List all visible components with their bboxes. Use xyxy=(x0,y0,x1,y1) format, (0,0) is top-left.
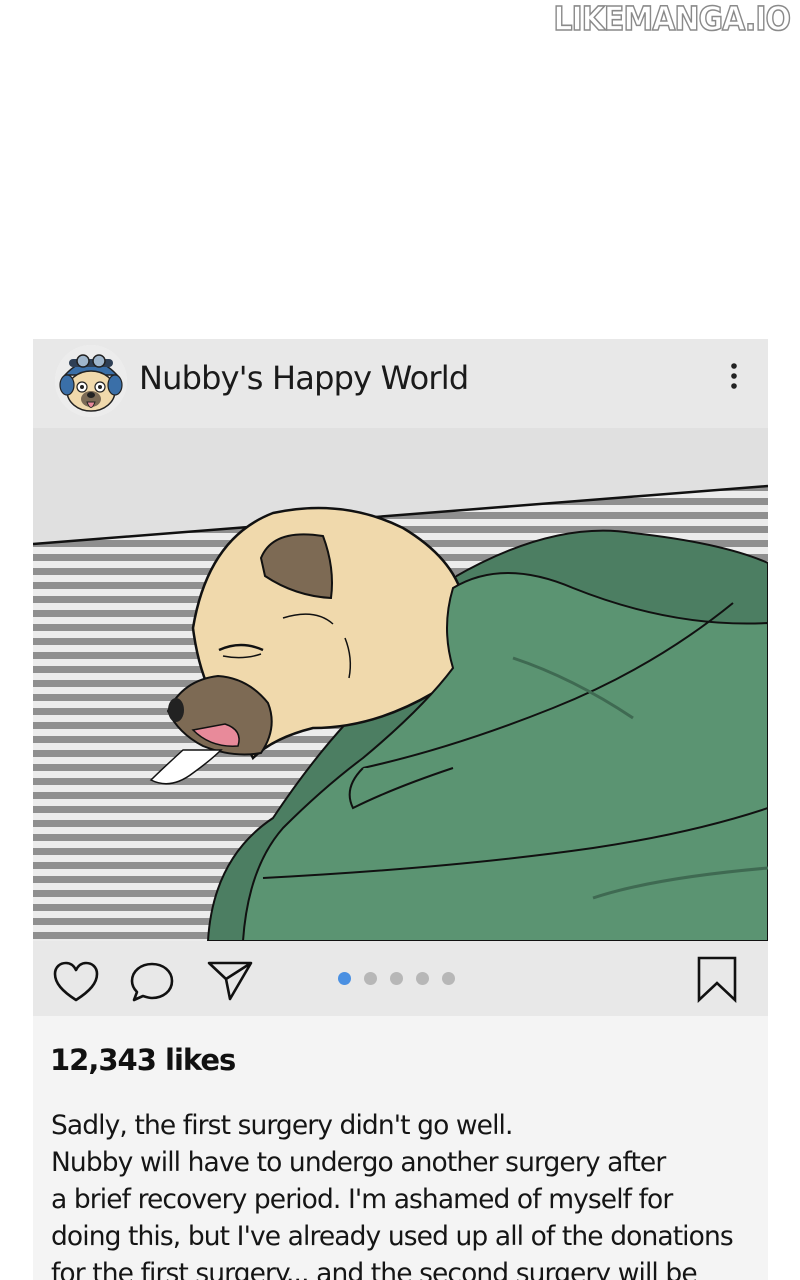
sleeping-dog-illustration xyxy=(33,484,768,941)
post-username[interactable]: Nubby's Happy World xyxy=(139,359,469,397)
bookmark-icon[interactable] xyxy=(696,955,738,1008)
post-header: Nubby's Happy World xyxy=(33,339,768,428)
caption-line: Sadly, the first surgery didn't go well. xyxy=(51,1110,513,1141)
carousel-dot[interactable] xyxy=(390,972,403,985)
carousel-dot[interactable] xyxy=(364,972,377,985)
carousel-indicator xyxy=(338,972,455,985)
carousel-dot[interactable] xyxy=(416,972,429,985)
post-image xyxy=(33,428,768,941)
dog-avatar-icon xyxy=(55,345,127,417)
caption-line: Nubby will have to undergo another surge… xyxy=(51,1147,666,1178)
carousel-dot[interactable] xyxy=(442,972,455,985)
post-caption: Sadly, the first surgery didn't go well.… xyxy=(51,1107,756,1280)
caption-line: doing this, but I've already used up all… xyxy=(51,1221,734,1252)
more-options-icon[interactable] xyxy=(723,361,745,393)
caption-line: a brief recovery period. I'm ashamed of … xyxy=(51,1184,673,1215)
caption-line: for the first surgery... and the second … xyxy=(51,1258,698,1280)
site-watermark: LIKEMANGA.IO xyxy=(553,0,792,40)
send-icon[interactable] xyxy=(206,959,254,1008)
carousel-dot[interactable] xyxy=(338,972,351,985)
comment-icon[interactable] xyxy=(129,961,175,1008)
social-post: Nubby's Happy World 12,343 likes Sadly, … xyxy=(33,339,768,1280)
avatar[interactable] xyxy=(55,345,127,417)
post-actions-bar xyxy=(33,941,768,1016)
heart-icon[interactable] xyxy=(52,961,100,1008)
like-count[interactable]: 12,343 likes xyxy=(50,1043,236,1077)
